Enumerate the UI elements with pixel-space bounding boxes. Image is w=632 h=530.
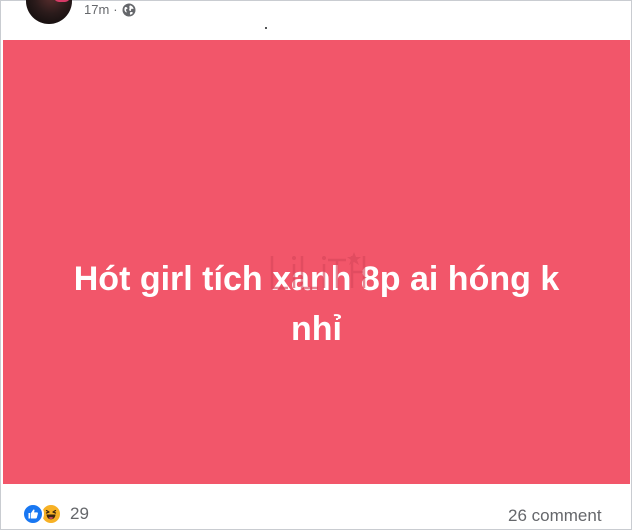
- avatar-accent: [54, 0, 70, 2]
- post-text-line-2: nhỉ: [291, 310, 342, 348]
- post-footer: 29 26 comment: [0, 488, 632, 530]
- post-text: Hót girl tích xanh 8p ai hóng k nhỉ: [23, 254, 610, 354]
- meta-separator: ·: [113, 2, 118, 17]
- comments-count-link[interactable]: 26 comment: [508, 505, 632, 527]
- stray-dot: [265, 27, 267, 29]
- reaction-summary[interactable]: 29: [22, 503, 89, 525]
- post-header: 17m ·: [0, 0, 632, 30]
- text-post-card[interactable]: Hót girl tích xanh 8p ai hóng k nhỉ: [3, 40, 630, 484]
- like-icon: [22, 503, 44, 525]
- post-text-line-1: Hót girl tích xanh 8p ai hóng k: [73, 260, 560, 298]
- avatar[interactable]: [26, 0, 72, 24]
- reaction-count: 29: [70, 504, 89, 523]
- post-meta: 17m ·: [84, 2, 136, 18]
- post-timestamp[interactable]: 17m: [84, 2, 109, 18]
- globe-icon[interactable]: [122, 3, 136, 17]
